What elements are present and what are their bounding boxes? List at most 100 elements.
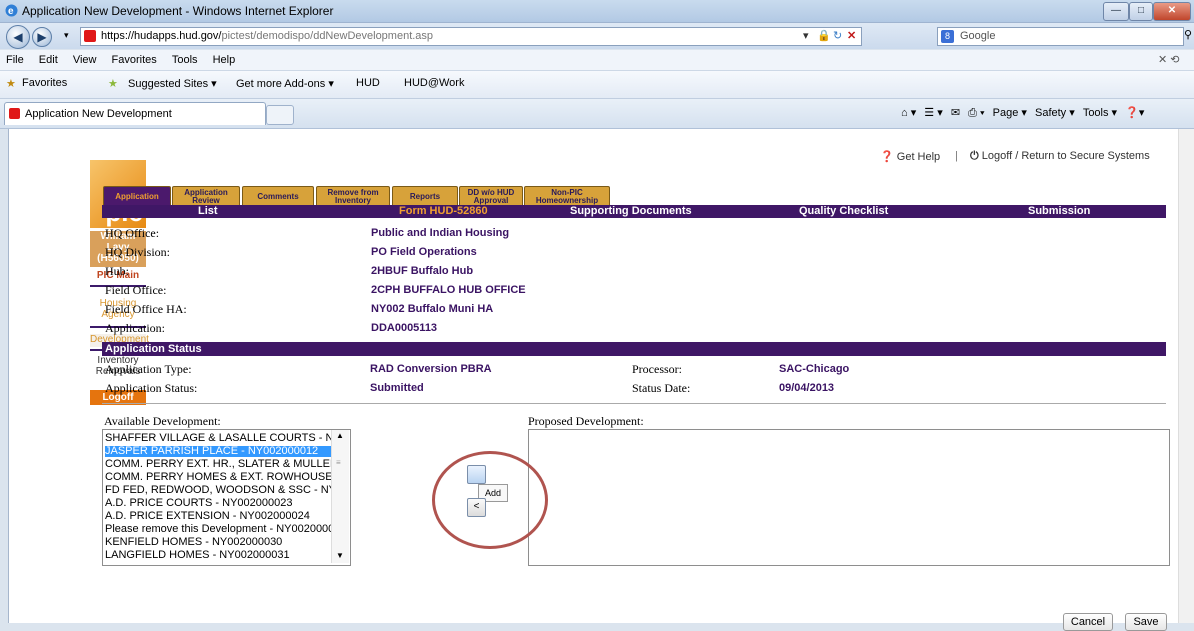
list-item[interactable]: SHAFFER VILLAGE & LASALLE COURTS - NY [105, 433, 335, 444]
subnav-list[interactable]: List [198, 205, 218, 218]
scroll-up-icon[interactable]: ▲ [336, 431, 344, 440]
tab-label: Application New Development [25, 108, 172, 120]
list-item[interactable]: Please remove this Development - NY00200… [105, 524, 335, 535]
stop-icon[interactable]: ✕ [847, 28, 856, 45]
close-icon[interactable]: ✕ [1153, 2, 1191, 21]
hq-division-value: PO Field Operations [371, 246, 477, 258]
list-item[interactable]: COMM. PERRY HOMES & EXT. ROWHOUSE [105, 472, 335, 483]
field-office-ha-label: Field Office HA: [105, 302, 187, 316]
application-type-label: Application Type: [105, 362, 192, 376]
tab-application-review[interactable]: Application Review [172, 186, 240, 207]
list-item[interactable]: KENFIELD HOMES - NY002000030 [105, 537, 335, 548]
print-icon[interactable]: ⎙ ▾ [968, 107, 984, 120]
application-status-label: Application Status: [105, 381, 198, 395]
tab-remove-from-inventory[interactable]: Remove from Inventory [316, 186, 390, 207]
history-dropdown-icon[interactable]: ▾ [64, 30, 69, 41]
application-status-header: Application Status [102, 342, 1166, 356]
ie-logo-icon: e [5, 4, 18, 17]
tab-application[interactable]: Application [103, 186, 171, 207]
section-divider [102, 403, 1166, 404]
page-scrollbar[interactable] [1178, 129, 1194, 623]
help-circle-icon: ❓ [880, 151, 894, 163]
search-provider-label: Google [960, 30, 996, 42]
get-help-link[interactable]: ❓ Get Help [880, 150, 940, 163]
subnav-quality-checklist[interactable]: Quality Checklist [799, 205, 888, 218]
logoff-return-link[interactable]: ⏻ Logoff / Return to Secure Systems [970, 150, 1150, 163]
back-arrow-icon[interactable]: ◀ [6, 25, 30, 49]
menu-file[interactable]: File [6, 50, 24, 70]
maximize-icon[interactable]: □ [1129, 2, 1153, 21]
available-development-list[interactable]: SHAFFER VILLAGE & LASALLE COURTS - NY JA… [102, 429, 351, 566]
svg-text:e: e [8, 6, 14, 17]
field-office-ha-value: NY002 Buffalo Muni HA [371, 303, 494, 315]
minimize-icon[interactable]: — [1103, 2, 1129, 21]
subnav-form-hud-52860[interactable]: Form HUD-52860 [399, 205, 488, 218]
menu-bar: File Edit View Favorites Tools Help ✕ ⟲ [0, 50, 1194, 71]
add-favorite-icon[interactable]: ★ [108, 77, 118, 90]
lock-icon[interactable]: 🔒 [817, 28, 831, 45]
application-type-value: RAD Conversion PBRA [370, 363, 492, 375]
command-bar: ⌂ ▾ ☰ ▾ ✉ ⎙ ▾ Page ▾ Safety ▾ Tools ▾ ❓▾ [896, 106, 1144, 120]
search-box[interactable]: 8 Google [937, 27, 1184, 46]
save-button[interactable]: Save [1125, 613, 1167, 631]
tab-reports[interactable]: Reports [392, 186, 458, 207]
favorites-star-icon: ★ [6, 78, 16, 90]
google-logo-icon: 8 [941, 30, 954, 43]
forward-arrow-icon[interactable]: ▶ [32, 27, 52, 47]
window-title: Application New Development - Windows In… [22, 4, 334, 18]
field-office-value: 2CPH BUFFALO HUB OFFICE [371, 284, 526, 296]
hq-office-value: Public and Indian Housing [371, 227, 510, 239]
mail-icon[interactable]: ✉ [951, 106, 960, 119]
menu-edit[interactable]: Edit [39, 50, 58, 70]
proposed-development-label: Proposed Development: [528, 414, 644, 428]
field-office-label: Field Office: [105, 283, 167, 297]
close-toolbar-icon[interactable]: ✕ ⟲ [1158, 50, 1180, 70]
tab-bar: Application New Development ⌂ ▾ ☰ ▾ ✉ ⎙ … [0, 99, 1194, 129]
help-icon[interactable]: ❓▾ [1125, 106, 1144, 119]
list-item[interactable]: A.D. PRICE EXTENSION - NY002000024 [105, 511, 335, 522]
list-scrollbar[interactable]: ▲ ≡ ▼ [331, 430, 349, 563]
command-tools[interactable]: Tools ▾ [1083, 106, 1117, 119]
menu-view[interactable]: View [73, 50, 97, 70]
command-safety[interactable]: Safety ▾ [1035, 106, 1075, 119]
cancel-button[interactable]: Cancel [1063, 613, 1113, 631]
favorites-item-hudwork[interactable]: HUD@Work [404, 77, 464, 89]
favorites-button[interactable]: Favorites [22, 77, 67, 89]
feeds-icon[interactable]: ☰ ▾ [924, 106, 942, 119]
address-bar[interactable]: https://hudapps.hud.gov/pictest/demodisp… [80, 27, 862, 46]
url-path: pictest/demodispo/ddNewDevelopment.asp [221, 30, 434, 42]
menu-tools[interactable]: Tools [172, 50, 198, 70]
search-magnifier-icon[interactable]: ⚲ [1184, 28, 1192, 41]
list-item[interactable]: LANGFIELD HOMES - NY002000031 [105, 550, 335, 561]
address-toolbar: ◀ ▶ ▾ https://hudapps.hud.gov/pictest/de… [0, 23, 1194, 49]
home-icon[interactable]: ⌂ ▾ [901, 106, 916, 119]
menu-favorites[interactable]: Favorites [112, 50, 157, 70]
tab-non-pic-homeownership[interactable]: Non-PIC Homeownership [524, 186, 610, 207]
menu-help[interactable]: Help [213, 50, 236, 70]
list-item[interactable]: A.D. PRICE COURTS - NY002000023 [105, 498, 335, 509]
list-item[interactable]: COMM. PERRY EXT. HR., SLATER & MULLEN [105, 459, 335, 470]
application-status-value: Submitted [370, 382, 424, 394]
new-tab-button[interactable] [266, 105, 294, 125]
favorites-item-addons[interactable]: Get more Add-ons ▾ [236, 77, 334, 90]
tab-comments[interactable]: Comments [242, 186, 314, 207]
hq-office-label: HQ Office: [105, 226, 160, 240]
scroll-down-icon[interactable]: ▼ [336, 551, 344, 560]
tab-dd-without-hud-approval[interactable]: DD w/o HUD Approval [459, 186, 523, 207]
scroll-grip-icon[interactable]: ≡ [336, 458, 341, 467]
favorites-item-suggested[interactable]: Suggested Sites ▾ [128, 77, 217, 90]
list-item-selected[interactable]: JASPER PARRISH PLACE - NY002000012 [105, 446, 335, 457]
refresh-icon[interactable]: ↻ [833, 28, 842, 45]
status-date-value: 09/04/2013 [779, 382, 835, 394]
favorites-item-hud[interactable]: HUD [356, 77, 380, 89]
address-dropdown-icon[interactable]: ▾ [803, 28, 809, 45]
proposed-development-list[interactable] [528, 429, 1170, 566]
processor-value: SAC-Chicago [779, 363, 850, 375]
list-item[interactable]: FD FED, REDWOOD, WOODSON & SSC - NY [105, 485, 335, 496]
command-page[interactable]: Page ▾ [993, 106, 1027, 119]
tab-application-new-development[interactable]: Application New Development [4, 102, 266, 125]
hq-division-label: HQ Division: [105, 245, 171, 259]
subnav-submission[interactable]: Submission [1028, 205, 1090, 218]
header-divider: | [955, 150, 958, 162]
subnav-supporting-documents[interactable]: Supporting Documents [570, 205, 692, 218]
